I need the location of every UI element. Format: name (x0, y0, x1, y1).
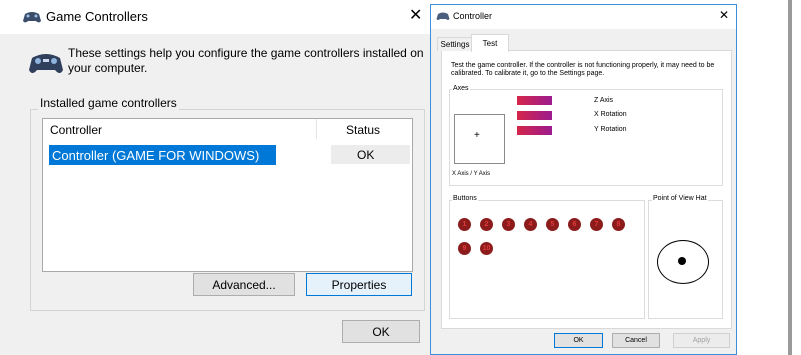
buttons-label: Buttons (452, 195, 478, 202)
controller-window-title: Controller (453, 11, 493, 21)
tab-test[interactable]: Test (471, 34, 509, 52)
ok-button[interactable]: OK (342, 320, 420, 343)
controller-button-indicator: 1 (458, 218, 471, 231)
controller-button-indicator: 9 (458, 242, 471, 255)
y-rotation-label: Y Rotation (594, 126, 627, 133)
tab-settings[interactable]: Settings (437, 37, 473, 51)
pov-hat-indicator (678, 257, 686, 265)
advanced-button[interactable]: Advanced... (193, 273, 295, 296)
z-axis-bar (517, 96, 552, 105)
z-axis-label: Z Axis (594, 97, 614, 104)
gamepad-large-icon (29, 54, 63, 73)
properties-button[interactable]: Properties (306, 273, 412, 296)
test-instructions: Test the game controller. If the control… (451, 62, 715, 77)
x-rotation-label: X Rotation (594, 111, 627, 118)
controller-button-indicator: 4 (524, 218, 537, 231)
controller-name[interactable]: Controller (GAME FOR WINDOWS) (52, 148, 259, 163)
controller-button-indicator: 7 (590, 218, 603, 231)
close-button[interactable]: ✕ (409, 7, 422, 25)
gamepad-icon (436, 12, 450, 20)
window-title: Game Controllers (46, 9, 148, 24)
cancel-button[interactable]: Cancel (612, 333, 660, 348)
x-rotation-bar (517, 111, 552, 120)
controller-button-indicator: 3 (502, 218, 515, 231)
xy-crosshair-icon: + (474, 130, 480, 141)
controller-button-indicator: 8 (612, 218, 625, 231)
xy-axis-label: X Axis / Y Axis (452, 171, 491, 177)
controllers-list[interactable] (42, 118, 413, 272)
window-edge (788, 0, 792, 355)
group-label: Installed game controllers (38, 96, 179, 110)
description-text: These settings help you configure the ga… (68, 46, 424, 75)
controller-button-indicator: 10 (480, 242, 493, 255)
apply-button[interactable]: Apply (673, 333, 730, 348)
close-button[interactable]: ✕ (719, 8, 729, 22)
gamepad-icon (23, 12, 41, 23)
y-rotation-bar (517, 126, 552, 135)
column-header-controller[interactable]: Controller (50, 123, 102, 137)
controller-button-indicator: 2 (480, 218, 493, 231)
column-header-status[interactable]: Status (346, 123, 380, 137)
column-divider[interactable] (316, 119, 317, 139)
controller-status: OK (357, 148, 375, 162)
controller-button-indicator: 6 (568, 218, 581, 231)
axes-label: Axes (452, 85, 470, 92)
ok-button[interactable]: OK (554, 333, 603, 348)
pov-hat-label: Point of View Hat (652, 195, 708, 202)
controller-button-indicator: 5 (546, 218, 559, 231)
